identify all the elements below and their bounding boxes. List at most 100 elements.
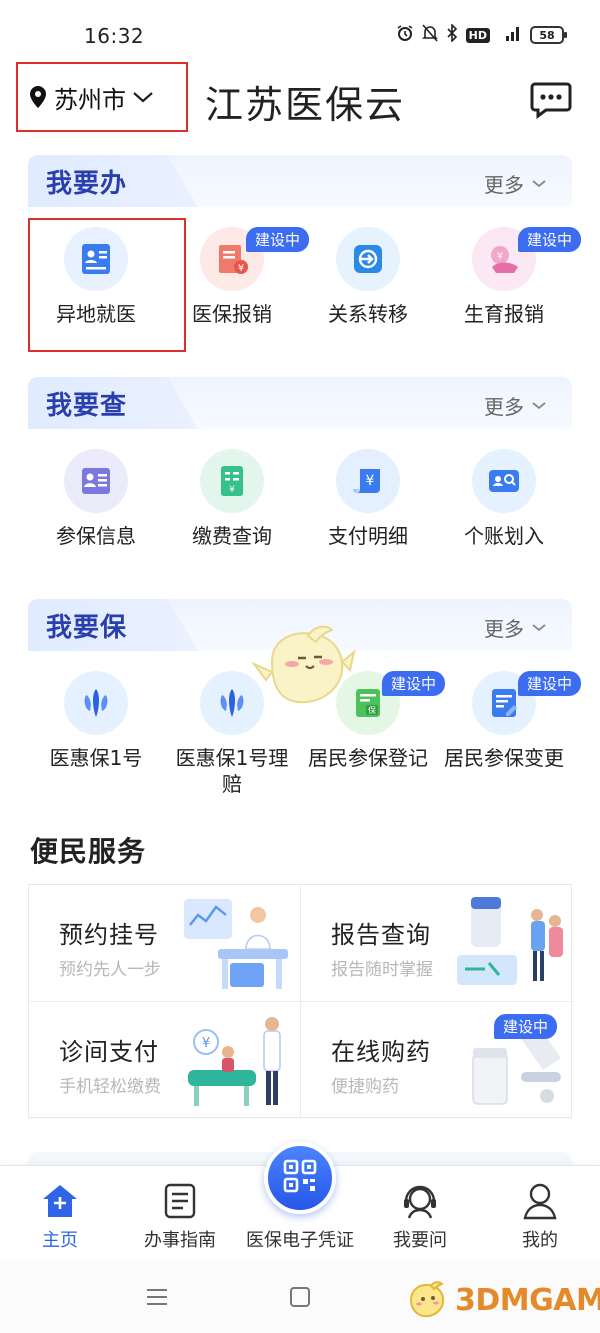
status-time: 16:32 xyxy=(84,24,145,48)
service-label: 关系转移 xyxy=(328,302,408,326)
city-name: 苏州市 xyxy=(54,85,126,114)
nav-label: 我要问 xyxy=(393,1230,447,1251)
status-bar: 16:32 HD 58 xyxy=(0,0,600,60)
service-transfer[interactable]: 关系转移 xyxy=(300,207,436,327)
service-label: 医惠保1号理赔 xyxy=(175,746,289,796)
city-picker[interactable]: 苏州市 xyxy=(16,62,188,132)
card-title: 报告查询 xyxy=(331,921,431,949)
service-label: 医惠保1号 xyxy=(49,746,143,770)
message-button[interactable] xyxy=(530,78,572,120)
location-pin-icon xyxy=(28,85,48,109)
transfer-icon xyxy=(336,227,400,291)
payment-doc-icon: ¥ xyxy=(200,449,264,513)
service-payment-query[interactable]: ¥ 缴费查询 xyxy=(164,429,300,549)
more-link[interactable]: 更多 xyxy=(484,391,546,420)
under-construction-badge: 建设中 xyxy=(518,671,582,696)
card-subtitle: 报告随时掌握 xyxy=(331,960,433,980)
watermark: 3DMGAME xyxy=(405,1280,600,1320)
more-link[interactable]: 更多 xyxy=(484,169,546,198)
card-subtitle: 手机轻松缴费 xyxy=(59,1077,161,1097)
recent-apps-button[interactable] xyxy=(146,1288,168,1306)
signal-icon xyxy=(498,24,522,46)
svg-text:¥: ¥ xyxy=(229,485,235,495)
app-header: 苏州市 江苏医保云 xyxy=(0,60,600,140)
under-construction-badge: 建设中 xyxy=(493,1014,557,1039)
user-icon xyxy=(521,1182,559,1220)
service-label: 生育报销 xyxy=(464,302,544,326)
service-maternity[interactable]: ¥ 建设中 生育报销 xyxy=(436,207,582,327)
service-label: 参保信息 xyxy=(56,524,136,548)
medicine-people-illustration xyxy=(451,891,569,997)
yuan-doc-icon: ¥ xyxy=(336,449,400,513)
more-label: 更多 xyxy=(484,617,524,641)
e-voucher-button[interactable] xyxy=(264,1142,336,1214)
service-payment-detail[interactable]: ¥ 支付明细 xyxy=(300,429,436,549)
service-grid: 参保信息 ¥ 缴费查询 ¥ 支付明细 个账划入 xyxy=(28,429,572,549)
nav-ask[interactable]: 我要问 xyxy=(360,1166,480,1261)
guide-icon xyxy=(161,1182,199,1220)
service-yihuibao[interactable]: 医惠保1号 xyxy=(28,651,164,797)
hd-badge: HD xyxy=(465,27,490,43)
nav-label: 办事指南 xyxy=(144,1230,216,1251)
card-appointment[interactable]: 预约挂号 预约先人一步 xyxy=(29,885,301,1002)
card-title: 预约挂号 xyxy=(59,921,159,949)
convenience-grid: 预约挂号 预约先人一步 报告查询 报告随时掌握 诊间支付 手机轻松缴费 ¥ 在线… xyxy=(28,884,573,1119)
nav-guide[interactable]: 办事指南 xyxy=(120,1166,240,1261)
svg-text:¥: ¥ xyxy=(202,1036,210,1051)
service-resident-change[interactable]: 建设中 居民参保变更 xyxy=(436,651,582,797)
service-label: 医保报销 xyxy=(192,302,272,326)
nav-label: 主页 xyxy=(42,1230,78,1251)
service-insurance-info[interactable]: 参保信息 xyxy=(28,429,164,549)
section-query: 我要查 更多 参保信息 ¥ 缴费查询 ¥ 支付明细 个账划入 xyxy=(28,377,572,548)
svg-text:¥: ¥ xyxy=(238,263,244,274)
card-subtitle: 预约先人一步 xyxy=(59,960,161,980)
card-online-pharmacy[interactable]: 在线购药 便捷购药 建设中 xyxy=(301,1002,573,1119)
clinic-payment-illustration: ¥ xyxy=(178,1008,296,1114)
mascot-image xyxy=(248,622,356,718)
card-title: 在线购药 xyxy=(331,1038,431,1066)
section-handle: 我要办 更多 异地就医 ¥ 建设中 医保报销 关系转移 ¥ 建设中 生育报销 xyxy=(28,155,582,326)
section-title: 我要办 xyxy=(46,169,128,199)
chevron-down-icon xyxy=(532,179,546,187)
home-button[interactable] xyxy=(290,1287,310,1307)
service-label: 缴费查询 xyxy=(192,524,272,548)
more-label: 更多 xyxy=(484,173,524,197)
nav-home[interactable]: 主页 xyxy=(0,1166,120,1261)
account-search-icon xyxy=(472,449,536,513)
card-report-query[interactable]: 报告查询 报告随时掌握 xyxy=(301,885,573,1002)
service-label: 个账划入 xyxy=(464,524,544,548)
service-label: 居民参保登记 xyxy=(308,746,428,770)
highlight-box xyxy=(28,218,186,352)
section-header: 我要办 更多 xyxy=(28,155,572,207)
convenience-title: 便民服务 xyxy=(30,835,147,868)
svg-text:保: 保 xyxy=(368,705,376,715)
service-label: 居民参保变更 xyxy=(444,746,564,770)
qr-code-icon xyxy=(283,1159,317,1197)
nav-mine[interactable]: 我的 xyxy=(480,1166,600,1261)
mascot-logo-icon xyxy=(409,1281,445,1318)
more-label: 更多 xyxy=(484,395,524,419)
service-label: 支付明细 xyxy=(328,524,408,548)
info-card-icon xyxy=(64,449,128,513)
card-clinic-payment[interactable]: 诊间支付 手机轻松缴费 ¥ xyxy=(29,1002,301,1119)
status-icons: HD 58 xyxy=(396,23,567,46)
battery-indicator: 58 xyxy=(530,26,567,44)
section-title: 我要查 xyxy=(46,391,128,421)
chat-bubble-icon xyxy=(530,82,572,124)
chevron-down-icon xyxy=(132,90,154,104)
section-title: 我要保 xyxy=(46,613,128,643)
alarm-icon xyxy=(396,24,414,46)
card-title: 诊间支付 xyxy=(59,1038,159,1066)
nav-label: 我的 xyxy=(522,1230,558,1251)
under-construction-badge: 建设中 xyxy=(518,227,582,252)
more-link[interactable]: 更多 xyxy=(484,613,546,642)
svg-text:¥: ¥ xyxy=(497,251,503,262)
svg-text:¥: ¥ xyxy=(366,473,375,489)
menu-icon xyxy=(147,1289,167,1305)
leaf-icon xyxy=(64,671,128,735)
nav-label: 医保电子凭证 xyxy=(246,1230,354,1251)
app-title: 江苏医保云 xyxy=(205,83,406,127)
service-account-transfer[interactable]: 个账划入 xyxy=(436,429,572,549)
home-icon xyxy=(41,1182,79,1220)
mute-bell-icon xyxy=(421,24,438,46)
